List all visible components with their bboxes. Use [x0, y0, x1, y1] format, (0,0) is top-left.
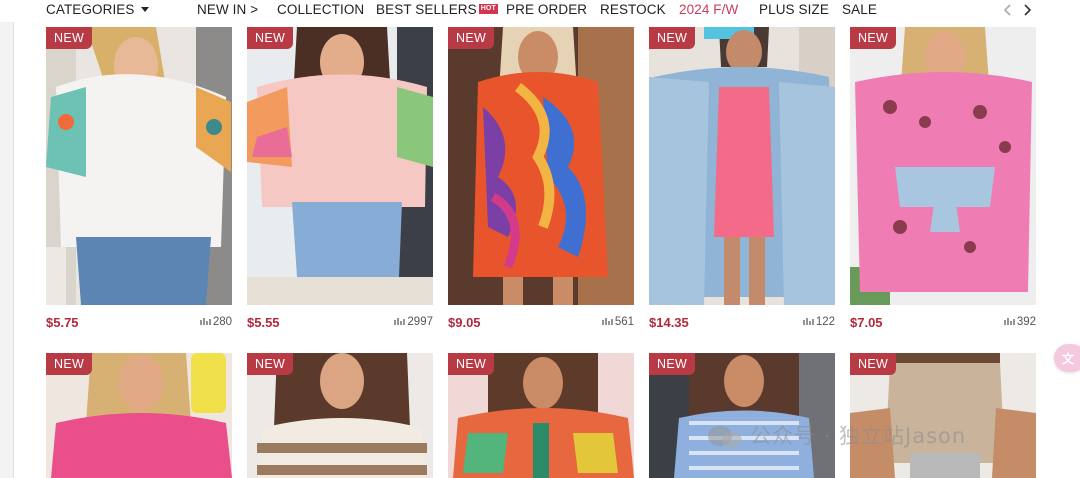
product-price: $7.05 — [850, 315, 883, 330]
sold-count-value: 392 — [1016, 316, 1036, 328]
translate-button[interactable]: 文 — [1054, 344, 1080, 372]
product-price: $9.05 — [448, 315, 481, 330]
product-image[interactable]: NEW — [46, 27, 232, 305]
new-badge: NEW — [448, 353, 495, 375]
product-image[interactable]: NEW — [448, 27, 634, 305]
new-badge: NEW — [448, 27, 495, 49]
chevron-right-icon[interactable] — [1019, 2, 1035, 18]
product-price: $5.75 — [46, 315, 79, 330]
product-image[interactable]: NEW — [247, 353, 433, 478]
sold-count: 280 — [200, 316, 232, 328]
caret-down-icon — [140, 6, 149, 12]
watermark: 公众号 · 独立站Jason — [706, 420, 966, 452]
new-badge: NEW — [850, 27, 897, 49]
new-badge: NEW — [850, 353, 897, 375]
nav-best-sellers[interactable]: BEST SELLERS HOT — [376, 0, 498, 20]
product-image[interactable]: NEW — [247, 27, 433, 305]
sold-count-value: 122 — [815, 316, 835, 328]
product-image[interactable]: NEW — [46, 353, 232, 478]
nav-2024-fw[interactable]: 2024 F/W — [679, 0, 738, 20]
trend-chart-icon — [394, 317, 406, 325]
new-badge: NEW — [649, 27, 696, 49]
new-badge: NEW — [649, 353, 696, 375]
top-navigation: CATEGORIES NEW IN > COLLECTION BEST SELL… — [0, 0, 1080, 22]
sold-count-value: 2997 — [407, 316, 433, 328]
product-image[interactable]: NEW — [850, 353, 1036, 478]
sold-count: 392 — [1004, 316, 1036, 328]
wechat-icon — [708, 426, 742, 448]
sold-count: 122 — [803, 316, 835, 328]
new-badge: NEW — [46, 27, 93, 49]
sold-count: 561 — [602, 316, 634, 328]
sold-count-value: 561 — [614, 316, 634, 328]
product-image[interactable]: NEW — [649, 353, 835, 478]
nav-plus-size[interactable]: PLUS SIZE — [759, 0, 829, 20]
nav-restock[interactable]: RESTOCK — [600, 0, 666, 20]
watermark-text: 公众号 · 独立站Jason — [750, 424, 967, 448]
nav-collection[interactable]: COLLECTION — [277, 0, 364, 20]
sold-count: 2997 — [394, 316, 433, 328]
trend-chart-icon — [200, 317, 211, 325]
sold-count-value: 280 — [212, 316, 232, 328]
product-image[interactable]: NEW — [649, 27, 835, 305]
nav-pre-order[interactable]: PRE ORDER — [506, 0, 587, 20]
translate-icon: 文 — [1062, 352, 1075, 366]
trend-chart-icon — [803, 317, 814, 325]
nav-best-sellers-label: BEST SELLERS — [376, 2, 477, 17]
window-edge — [0, 0, 14, 478]
product-price: $14.35 — [649, 315, 689, 330]
nav-new-in[interactable]: NEW IN > — [197, 0, 258, 20]
chevron-left-icon[interactable] — [1000, 2, 1016, 18]
trend-chart-icon — [602, 317, 613, 325]
nav-categories-label: CATEGORIES — [46, 2, 135, 17]
new-badge: NEW — [46, 353, 93, 375]
trend-chart-icon — [1004, 317, 1015, 325]
nav-categories[interactable]: CATEGORIES — [46, 0, 149, 20]
hot-badge: HOT — [478, 4, 498, 15]
nav-sale[interactable]: SALE — [842, 0, 877, 20]
new-badge: NEW — [247, 353, 294, 375]
product-image[interactable]: NEW — [448, 353, 634, 478]
new-badge: NEW — [247, 27, 294, 49]
product-price: $5.55 — [247, 315, 280, 330]
product-image[interactable]: NEW — [850, 27, 1036, 305]
